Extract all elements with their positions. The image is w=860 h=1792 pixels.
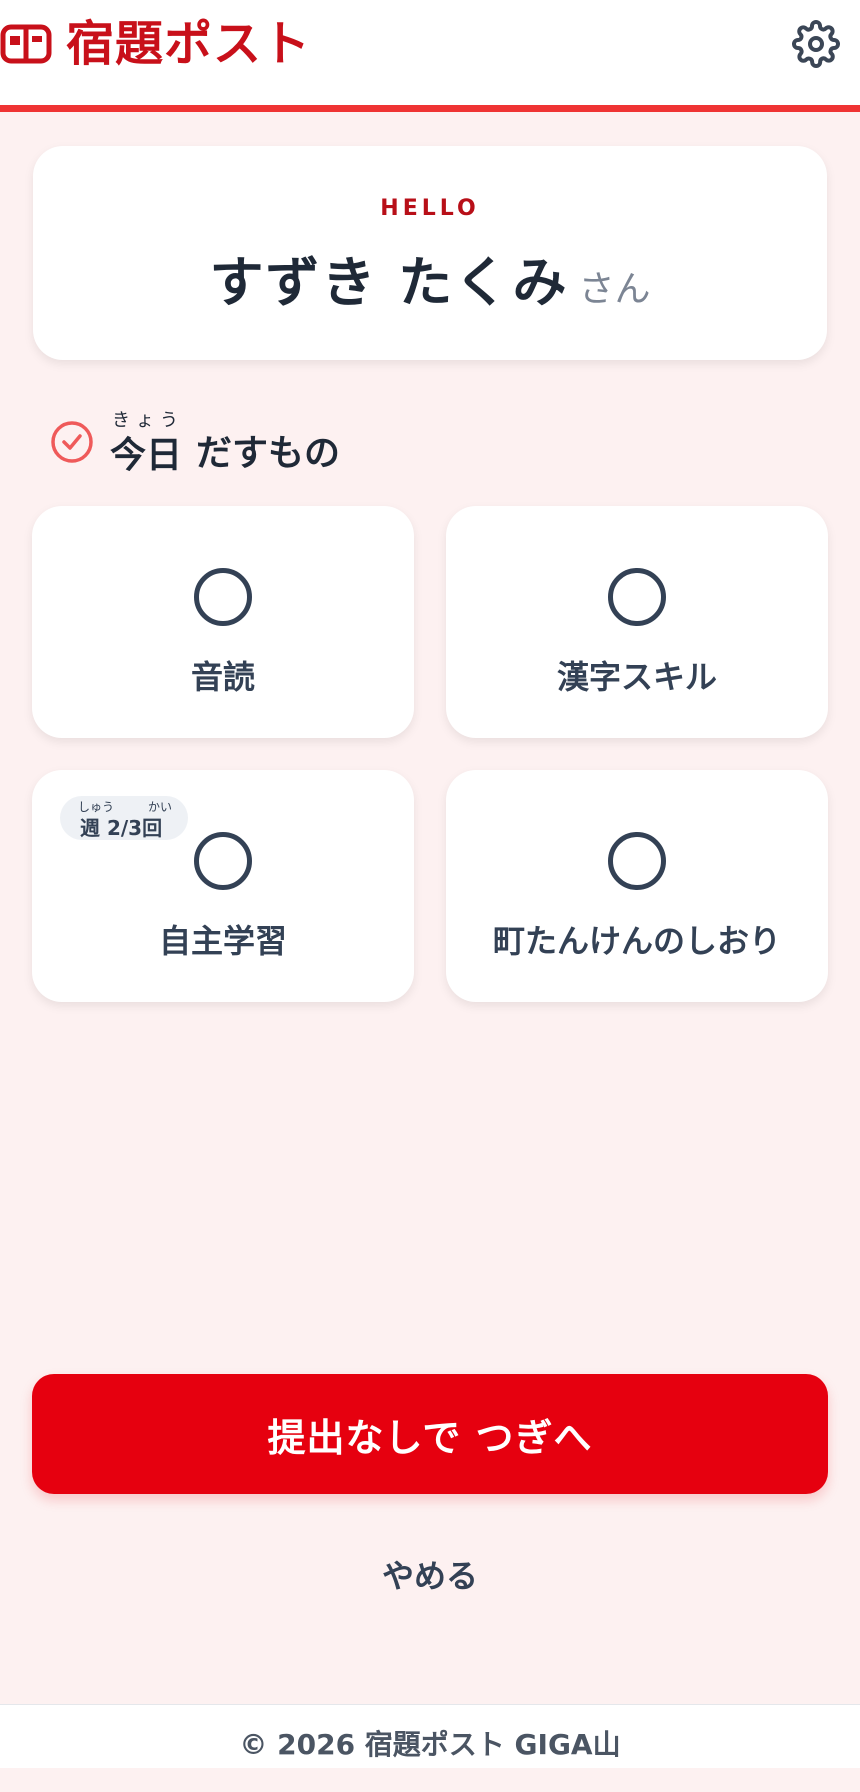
gear-icon[interactable] [792, 20, 840, 68]
weekly-count-badge: しゅう かい 週 2/3回 [60, 796, 188, 840]
badge-text: 週 2/3回 [80, 816, 163, 840]
skip-next-button[interactable]: 提出なしで つぎへ [32, 1374, 828, 1494]
section-title: だすもの [196, 433, 341, 474]
today-label: 今日 [110, 435, 183, 476]
student-name-line: すずき たくみ さん [33, 238, 827, 317]
empty-circle-icon [608, 832, 666, 890]
mailbox-icon [0, 24, 52, 64]
cancel-button[interactable]: やめる [330, 1548, 530, 1600]
item-card-jishu-gakushu[interactable]: しゅう かい 週 2/3回 自主学習 [32, 770, 414, 1002]
section-header: きょう 今日 だすもの [50, 400, 550, 480]
item-card-machi-tanken[interactable]: 町たんけんのしおり [446, 770, 828, 1002]
empty-circle-icon [194, 832, 252, 890]
item-label: 自主学習 [158, 922, 287, 960]
hello-label: HELLO [380, 196, 480, 221]
item-label: 町たんけんのしおり [492, 922, 781, 960]
student-name: すずき たくみ [209, 251, 569, 314]
footer-copyright: © 2026 宿題ポスト GIGA山 [239, 1728, 621, 1761]
app-header: 宿題ポスト [0, 0, 860, 112]
check-circle-icon [51, 421, 93, 463]
item-label: 漢字スキル [556, 658, 717, 696]
greeting-card: HELLO すずき たくみ さん [33, 146, 827, 360]
empty-circle-icon [194, 568, 252, 626]
item-card-ondoku[interactable]: 音読 [32, 506, 414, 738]
item-card-kanji-skill[interactable]: 漢字スキル [446, 506, 828, 738]
honorific: さん [578, 269, 651, 310]
empty-circle-icon [608, 568, 666, 626]
item-label: 音読 [190, 658, 255, 696]
footer: © 2026 宿題ポスト GIGA山 [0, 1704, 860, 1768]
app-title: 宿題ポスト [66, 16, 312, 72]
